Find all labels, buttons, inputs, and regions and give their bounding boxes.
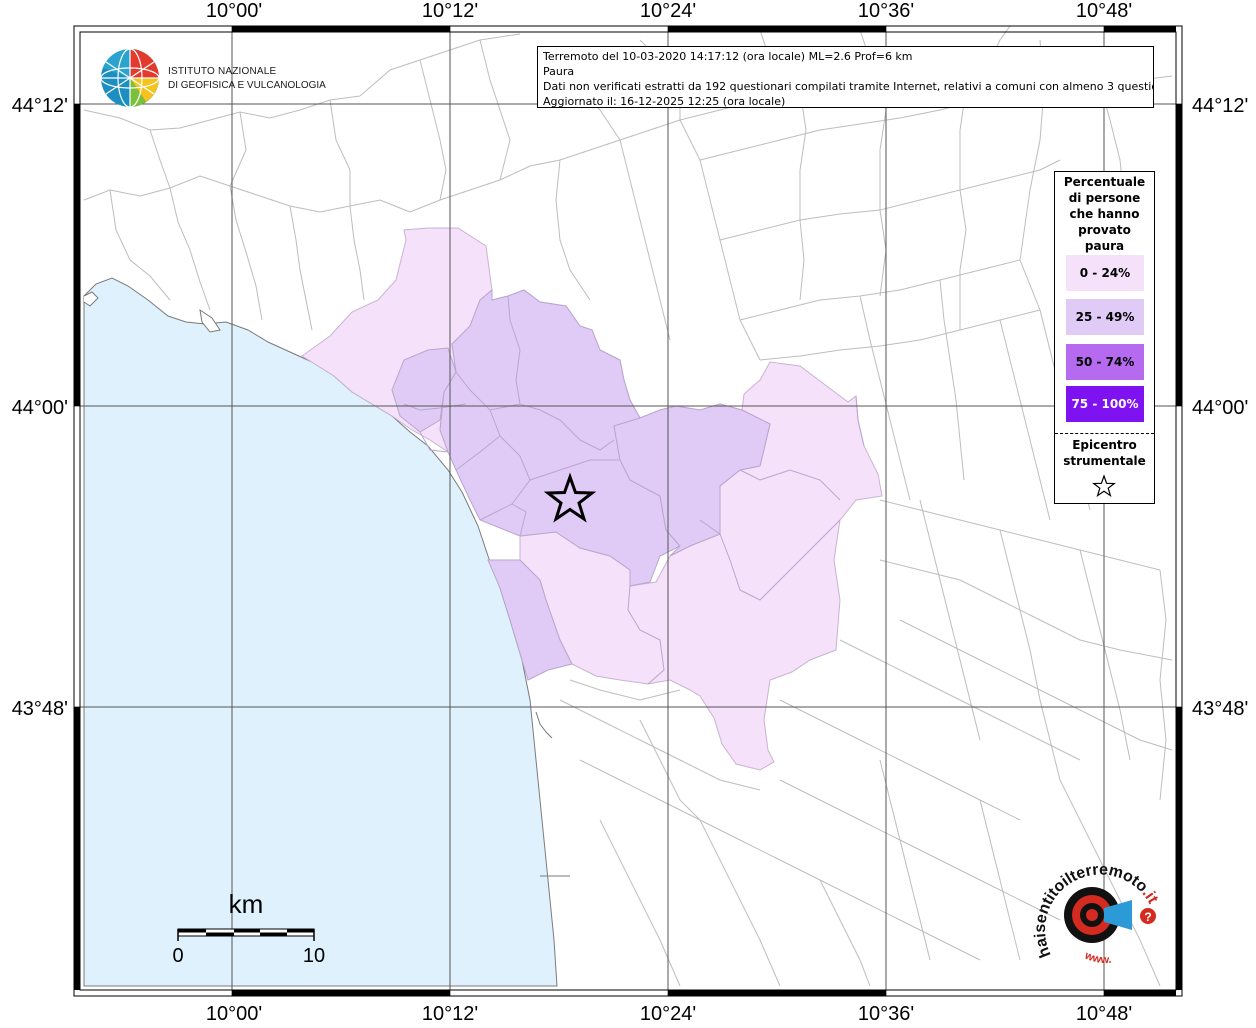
info-line-event: Terremoto del 10-03-2020 14:17:12 (ora l…: [543, 50, 913, 63]
legend-title-line: provato: [1078, 223, 1131, 237]
scale-min-label: 0: [172, 945, 183, 967]
lat-label-right: 43°48': [1192, 698, 1248, 720]
legend-epicenter-line: strumentale: [1063, 454, 1146, 468]
lat-label-right: 44°00': [1192, 397, 1248, 419]
lon-label-bottom: 10°48': [1076, 1003, 1132, 1024]
lon-label-top: 10°00': [206, 0, 262, 22]
ingv-logo-text: ISTITUTO NAZIONALE: [168, 66, 277, 77]
legend-title-line: di persone: [1068, 191, 1141, 205]
legend: Percentuale di persone che hanno provato…: [1054, 171, 1155, 504]
lon-label-top: 10°48': [1076, 0, 1132, 22]
legend-class-0-24: 0 - 24%: [1066, 255, 1144, 291]
info-line-updated: Aggiornato il: 16-12-2025 12:25 (ora loc…: [543, 95, 786, 108]
lon-label-bottom: 10°36': [858, 1003, 914, 1024]
legend-class-75-100: 75 - 100%: [1066, 386, 1144, 422]
lon-label-bottom: 10°24': [640, 1003, 696, 1024]
lon-label-bottom: 10°00': [206, 1003, 262, 1024]
legend-title-line: Percentuale: [1063, 175, 1146, 189]
lon-label-top: 10°12': [422, 0, 478, 22]
ingv-logo-text: DI GEOFISICA E VULCANOLOGIA: [168, 80, 326, 91]
lat-label-left: 44°12': [12, 95, 68, 117]
legend-separator: [1055, 433, 1154, 434]
info-line-parameter: Paura: [543, 65, 575, 78]
legend-epicenter-line: Epicentro: [1072, 438, 1137, 452]
legend-title-line: paura: [1084, 239, 1125, 253]
lon-label-top: 10°24': [640, 0, 696, 22]
lat-label-left: 44°00': [12, 397, 68, 419]
lat-label-right: 44°12': [1192, 95, 1248, 117]
legend-star-icon: [1092, 474, 1116, 498]
info-line-source: Dati non verificati estratti da 192 ques…: [543, 80, 1154, 93]
earthquake-info-box: Terremoto del 10-03-2020 14:17:12 (ora l…: [537, 46, 1154, 108]
lon-label-bottom: 10°12': [422, 1003, 478, 1024]
legend-class-50-74: 50 - 74%: [1066, 344, 1144, 380]
lon-label-top: 10°36': [858, 0, 914, 22]
scale-max-label: 10: [303, 945, 325, 967]
intensity-map: 10°00' 10°12' 10°24' 10°36' 10°48' 10°00…: [0, 0, 1256, 1025]
legend-title-line: che hanno: [1069, 207, 1140, 221]
haisentito-question-icon: ?: [1144, 910, 1151, 924]
legend-title: Percentuale di persone che hanno provato…: [1055, 172, 1154, 254]
legend-class-25-49: 25 - 49%: [1066, 299, 1144, 335]
scale-unit-label: km: [229, 889, 264, 919]
legend-epicenter-label: Epicentro strumentale: [1055, 437, 1154, 469]
lat-label-left: 43°48': [12, 698, 68, 720]
